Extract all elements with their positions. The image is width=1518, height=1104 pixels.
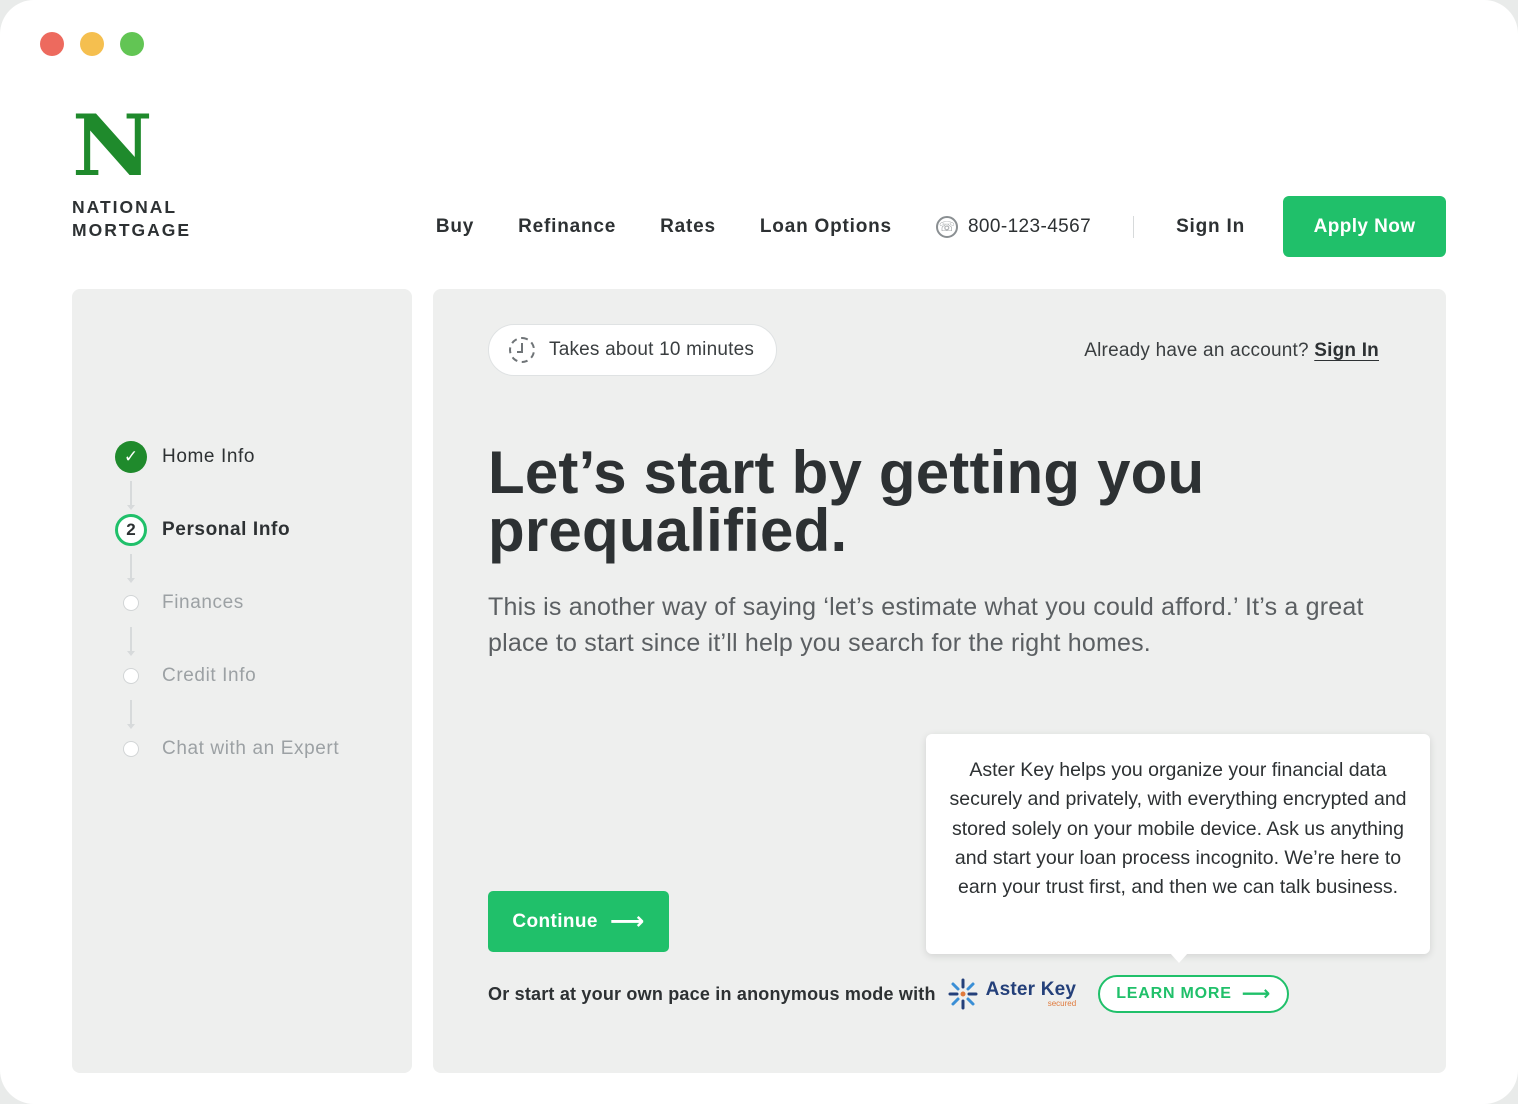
nav-divider [1133,215,1135,238]
account-prompt-text: Already have an account? [1084,340,1309,361]
empty-circle-icon [123,595,139,611]
minimize-window-button[interactable] [80,32,104,56]
step-label: Credit Info [162,665,257,686]
empty-circle-icon [123,741,139,757]
step-label: Chat with an Expert [162,738,340,759]
close-window-button[interactable] [40,32,64,56]
logo-name-line2: MORTGAGE [72,220,192,240]
time-estimate-badge: Takes about 10 minutes [488,324,778,376]
continue-button[interactable]: Continue ⟶ [488,891,669,952]
arrow-right-icon: ⟶ [1241,983,1272,1005]
step-home-info[interactable]: ✓ Home Info [115,441,339,514]
page-subtitle: This is another way of saying ‘let’s est… [488,593,1364,657]
nav-link-loan-options[interactable]: Loan Options [760,216,892,238]
step-connector [127,627,135,656]
account-sign-in-link[interactable]: Sign In [1314,340,1379,361]
step-label: Personal Info [162,519,291,540]
anonymous-mode-row: Or start at your own pace in anonymous m… [488,975,1290,1013]
empty-circle-icon [123,668,139,684]
aster-key-subtitle: secured [1047,999,1077,1008]
checkmark-icon: ✓ [115,441,147,473]
nav-link-rates[interactable]: Rates [660,216,716,238]
phone-icon: ☏ [935,215,958,238]
time-estimate-text: Takes about 10 minutes [549,339,755,360]
browser-window: N NATIONAL MORTGAGE Buy Refinance Rates … [0,0,1518,1104]
phone-link[interactable]: ☏ 800-123-4567 [935,215,1092,238]
step-connector [127,554,135,583]
step-personal-info[interactable]: 2 Personal Info [115,514,339,587]
page-title: Let’s start by getting you prequalified. [488,439,1205,564]
step-credit-info: Credit Info [115,660,339,733]
step-number-badge: 2 [115,514,147,546]
learn-more-button[interactable]: LEARN MORE ⟶ [1098,975,1290,1013]
phone-number: 800-123-4567 [967,215,1092,237]
logo-wordmark: NATIONAL MORTGAGE [72,196,191,242]
progress-sidebar: ✓ Home Info 2 Personal Info Finances Cre… [72,289,412,1073]
step-label: Home Info [162,446,256,467]
national-mortgage-logo[interactable]: N NATIONAL MORTGAGE [72,104,191,242]
account-prompt: Already have an account? Sign In [1084,340,1379,362]
arrow-right-icon: ⟶ [609,907,645,935]
zoom-window-button[interactable] [120,32,144,56]
aster-key-star-icon [948,978,978,1010]
step-connector [127,481,135,510]
step-label: Finances [162,592,244,613]
step-chat-expert: Chat with an Expert [115,733,339,806]
step-finances: Finances [115,587,339,660]
window-controls [40,32,144,56]
top-nav: Buy Refinance Rates Loan Options ☏ 800-1… [436,196,1446,257]
aster-key-name: Aster Key [985,979,1077,1000]
apply-now-button[interactable]: Apply Now [1283,196,1446,257]
aster-key-logo: Aster Key secured [948,978,1077,1010]
logo-mark: N [72,96,153,195]
nav-link-refinance[interactable]: Refinance [518,216,616,238]
clock-icon [509,337,535,363]
anonymous-mode-text: Or start at your own pace in anonymous m… [488,983,936,1004]
logo-name-line1: NATIONAL [72,197,178,217]
aster-key-tooltip: Aster Key helps you organize your financ… [926,734,1430,963]
nav-sign-in-link[interactable]: Sign In [1176,216,1245,238]
continue-label: Continue [512,910,598,932]
main-panel: Takes about 10 minutes Already have an a… [433,289,1446,1073]
learn-more-label: LEARN MORE [1116,985,1232,1002]
nav-link-buy[interactable]: Buy [436,216,474,238]
step-connector [127,700,135,729]
step-list: ✓ Home Info 2 Personal Info Finances Cre… [115,441,339,806]
